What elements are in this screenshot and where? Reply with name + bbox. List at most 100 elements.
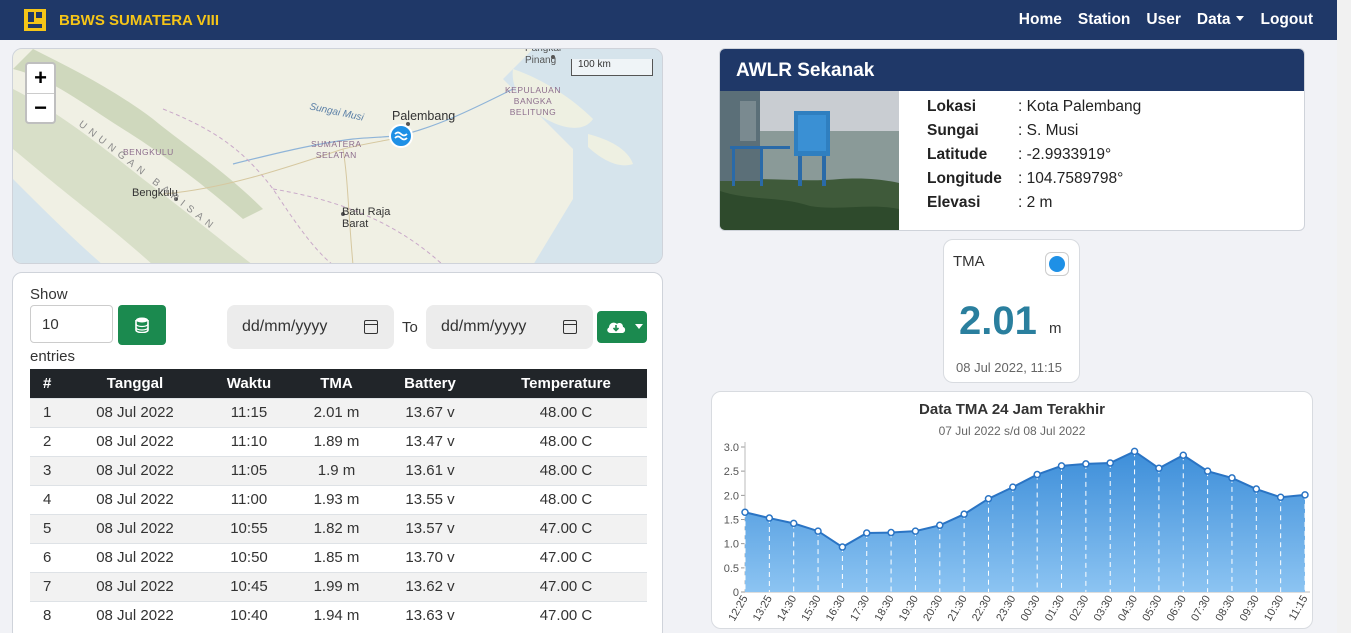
data-point (741, 508, 749, 516)
table-row[interactable]: 4 08 Jul 2022 11:00 1.93 m 13.55 v 48.00 C (30, 484, 647, 514)
to-label: To (402, 319, 418, 336)
data-point (936, 521, 944, 530)
col-number[interactable]: # (30, 369, 70, 398)
map-label-palembang: Palembang (392, 109, 456, 123)
y-tick-label: 1.5 (724, 515, 739, 527)
table-header-row: # Tanggal Waktu TMA Battery Temperature (30, 369, 647, 398)
col-tanggal[interactable]: Tanggal (70, 369, 200, 398)
station-info-value: : 104.7589798° (1018, 170, 1124, 187)
nav-user[interactable]: User (1146, 11, 1180, 29)
tma-label: TMA (953, 253, 985, 270)
nav-data-dropdown[interactable]: Data (1197, 11, 1245, 29)
tma-value: 2.01 (959, 299, 1037, 343)
station-info-key: Longitude (927, 170, 1002, 187)
data-point (838, 543, 847, 551)
table-row[interactable]: 2 08 Jul 2022 11:10 1.89 m 13.47 v 48.00 C (30, 426, 647, 456)
cell-temperature: 47.00 C (485, 571, 647, 601)
station-marker-icon[interactable] (389, 124, 413, 148)
table-body: 1 08 Jul 2022 11:15 2.01 m 13.67 v 48.00 C 2 08… (30, 397, 647, 630)
brand-name[interactable]: BBWS SUMATERA VIII (59, 12, 219, 29)
x-tick-label: 08:30 (1213, 594, 1237, 624)
ministry-logo-icon[interactable] (24, 9, 46, 31)
tma-chart-card: 0 0.5 1.0 1.5 2.0 2.5 3.0 12:25 13:25 14:30 15:30 1… (711, 391, 1313, 629)
calendar-icon[interactable] (364, 320, 378, 334)
col-tma[interactable]: TMA (298, 369, 375, 398)
cell-tanggal: 08 Jul 2022 (70, 571, 200, 601)
cell-battery: 13.63 v (375, 600, 485, 630)
x-tick-label: 15:30 (799, 594, 823, 624)
cell-temperature: 48.00 C (485, 455, 647, 485)
database-icon (135, 317, 149, 333)
data-point (1106, 459, 1114, 467)
x-tick-label: 11:15 (1287, 594, 1311, 623)
cell-tma: 1.82 m (298, 513, 375, 543)
col-waktu[interactable]: Waktu (200, 369, 298, 398)
map-label-pangkal-pinang: Pangkal Pinang (525, 48, 562, 66)
nav-home[interactable]: Home (1019, 11, 1062, 29)
apply-entries-button[interactable] (118, 305, 166, 345)
data-point (1179, 451, 1188, 459)
cell-tanggal: 08 Jul 2022 (70, 426, 200, 456)
data-point (1057, 462, 1066, 470)
cell-tma: 1.85 m (298, 542, 375, 572)
cell-number: 3 (30, 455, 70, 485)
col-battery[interactable]: Battery (375, 369, 485, 398)
x-tick-label: 17:30 (848, 594, 872, 624)
navbar: BBWS SUMATERA VIII Home Station User Dat… (0, 0, 1337, 40)
data-point (1130, 447, 1139, 456)
station-photo[interactable] (720, 91, 899, 231)
x-tick-label: 18:30 (873, 594, 897, 624)
map-scale: 100 km (571, 59, 653, 76)
cell-tma: 1.94 m (298, 600, 375, 630)
data-point (1033, 470, 1041, 479)
nav-logout[interactable]: Logout (1260, 11, 1313, 29)
cell-waktu: 11:00 (200, 484, 298, 514)
x-tick-label: 06:30 (1165, 594, 1189, 624)
date-to-field[interactable]: dd/mm/yyyy (426, 305, 593, 349)
cell-tma: 1.89 m (298, 426, 375, 456)
table-row[interactable]: 1 08 Jul 2022 11:15 2.01 m 13.67 v 48.00 C (30, 397, 647, 427)
cell-temperature: 48.00 C (485, 426, 647, 456)
cell-tma: 1.93 m (298, 484, 375, 514)
col-temperature[interactable]: Temperature (485, 369, 647, 398)
date-from-field[interactable]: dd/mm/yyyy (227, 305, 394, 349)
table-row[interactable]: 3 08 Jul 2022 11:05 1.9 m 13.61 v 48.00 C (30, 455, 647, 485)
cell-battery: 13.61 v (375, 455, 485, 485)
entries-input[interactable] (30, 305, 113, 343)
zoom-out-button[interactable]: − (27, 93, 54, 122)
table-row[interactable]: 7 08 Jul 2022 10:45 1.99 m 13.62 v 47.00 C (30, 571, 647, 601)
x-tick-label: 10:30 (1262, 594, 1286, 624)
table-row[interactable]: 6 08 Jul 2022 10:50 1.85 m 13.70 v 47.00 C (30, 542, 647, 572)
x-tick-label: 09:30 (1238, 594, 1262, 624)
cell-tanggal: 08 Jul 2022 (70, 542, 200, 572)
map-label-kepulauan: KEPULAUAN BANGKA BELITUNG (505, 85, 561, 117)
cell-waktu: 10:50 (200, 542, 298, 572)
cell-number: 4 (30, 484, 70, 514)
table-row[interactable]: 5 08 Jul 2022 10:55 1.82 m 13.57 v 47.00 C (30, 513, 647, 543)
chevron-down-icon (635, 324, 643, 329)
cell-number: 2 (30, 426, 70, 456)
cell-battery: 13.55 v (375, 484, 485, 514)
cell-tma: 1.99 m (298, 571, 375, 601)
station-title: AWLR Sekanak (720, 49, 1304, 91)
y-tick-label: 0.5 (724, 563, 739, 575)
water-icon (1045, 252, 1069, 276)
x-tick-label: 12:25 (726, 594, 750, 624)
download-dropdown-button[interactable] (597, 311, 647, 343)
table-row[interactable]: 8 08 Jul 2022 10:40 1.94 m 13.63 v 47.00 C (30, 600, 647, 630)
station-map[interactable]: + − 100 km Pangkal Pinang KEPULAUAN BANG… (12, 48, 663, 264)
cell-waktu: 11:05 (200, 455, 298, 485)
data-point (984, 494, 993, 503)
nav-station[interactable]: Station (1078, 11, 1131, 29)
tma-unit: m (1049, 320, 1062, 337)
cell-temperature: 48.00 C (485, 484, 647, 514)
station-info-row: Latitude: -2.9933919° (927, 146, 1111, 164)
page-scrollbar[interactable] (1337, 0, 1351, 633)
cell-number: 5 (30, 513, 70, 543)
station-info-key: Sungai (927, 122, 979, 139)
cell-number: 6 (30, 542, 70, 572)
calendar-icon[interactable] (563, 320, 577, 334)
data-point (765, 514, 774, 522)
zoom-in-button[interactable]: + (27, 64, 54, 93)
station-info-key: Lokasi (927, 98, 977, 115)
